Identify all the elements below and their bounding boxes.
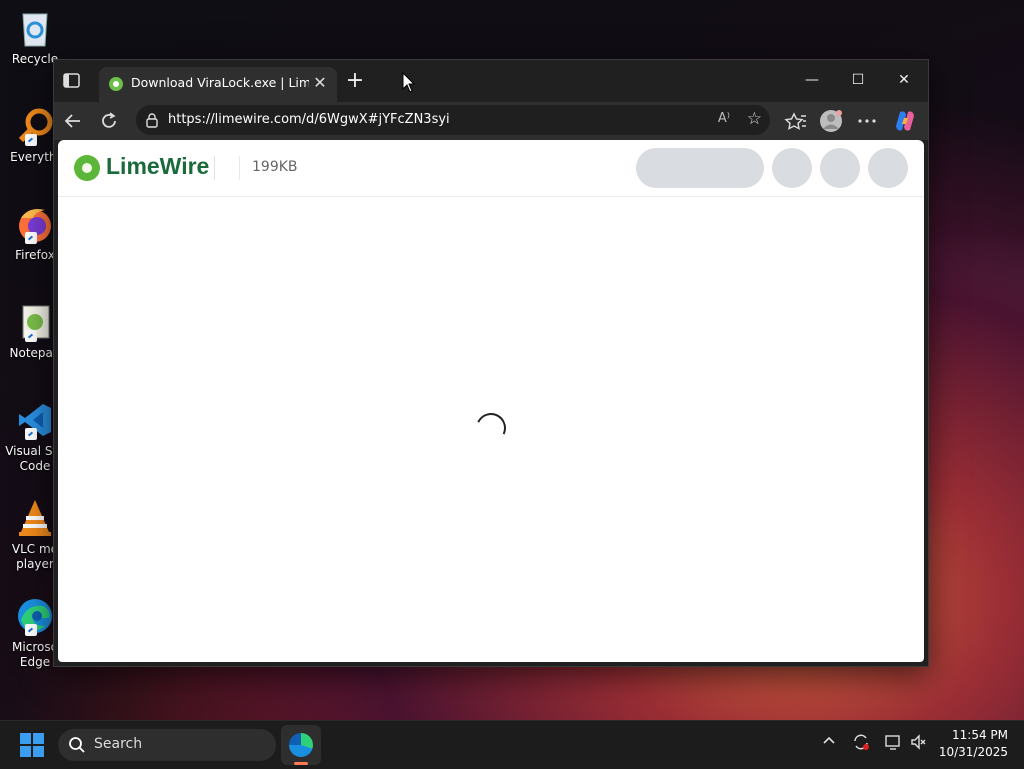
tab-bar: Download ViraLock.exe | LimeWire ✕ + — ☐… bbox=[54, 60, 928, 102]
show-hidden-icons-chevron-up-icon[interactable] bbox=[822, 733, 836, 751]
new-tab-button[interactable]: + bbox=[344, 70, 366, 92]
url-text[interactable]: https://limewire.com/d/6WgwX#jYFcZN3syi bbox=[168, 112, 668, 130]
windows-start-icon[interactable] bbox=[20, 733, 44, 757]
limewire-header: LimeWire 199KB bbox=[58, 140, 924, 197]
shortcut-arrow-icon bbox=[25, 232, 37, 244]
sync-icon[interactable] bbox=[852, 733, 870, 755]
mouse-cursor-icon bbox=[402, 72, 416, 93]
shortcut-arrow-icon bbox=[25, 428, 37, 440]
shortcut-arrow-icon bbox=[25, 134, 37, 146]
skeleton-button-placeholder bbox=[636, 148, 764, 188]
taskbar-edge-app[interactable] bbox=[281, 725, 321, 765]
web-page-content: LimeWire 199KB bbox=[58, 140, 924, 662]
active-app-indicator bbox=[294, 762, 308, 765]
address-bar[interactable]: https://limewire.com/d/6WgwX#jYFcZN3syi … bbox=[136, 105, 770, 135]
edge-icon bbox=[289, 733, 313, 757]
limewire-favicon-icon bbox=[109, 77, 123, 91]
skeleton-icon-placeholder bbox=[868, 148, 908, 188]
favorites-collection-icon[interactable] bbox=[783, 108, 809, 134]
read-aloud-icon[interactable]: A⁾ bbox=[718, 111, 730, 126]
edge-icon bbox=[15, 596, 55, 636]
clock-date: 10/31/2025 bbox=[938, 745, 1008, 759]
limewire-logo-icon[interactable] bbox=[74, 155, 100, 181]
volume-muted-icon[interactable] bbox=[910, 733, 928, 755]
tab-close-icon[interactable]: ✕ bbox=[311, 74, 329, 92]
network-display-icon[interactable] bbox=[884, 733, 902, 755]
firefox-icon bbox=[15, 204, 55, 244]
header-divider bbox=[214, 156, 215, 180]
loading-spinner-icon bbox=[471, 408, 511, 448]
search-placeholder: Search bbox=[94, 736, 143, 752]
back-arrow-icon[interactable] bbox=[60, 108, 86, 134]
more-options-icon[interactable] bbox=[854, 108, 880, 134]
copilot-icon[interactable] bbox=[892, 108, 918, 134]
recycle-bin-icon bbox=[15, 8, 55, 48]
lock-icon[interactable] bbox=[144, 112, 160, 128]
maximize-button[interactable]: ☐ bbox=[835, 66, 881, 94]
everything-search-icon bbox=[15, 106, 55, 146]
shortcut-arrow-icon bbox=[25, 624, 37, 636]
refresh-icon[interactable] bbox=[96, 108, 122, 134]
header-divider bbox=[239, 156, 240, 180]
system-clock[interactable]: 11:54 PM 10/31/2025 bbox=[939, 727, 1008, 761]
clock-time: 11:54 PM bbox=[952, 728, 1008, 742]
taskbar-search-box[interactable]: Search bbox=[58, 729, 276, 761]
browser-toolbar: https://limewire.com/d/6WgwX#jYFcZN3syi … bbox=[54, 102, 928, 140]
vscode-icon bbox=[15, 400, 55, 440]
tab-active[interactable]: Download ViraLock.exe | LimeWire ✕ bbox=[99, 67, 337, 102]
file-size: 199KB bbox=[252, 159, 298, 175]
search-icon bbox=[68, 736, 86, 758]
tab-title: Download ViraLock.exe | LimeWire bbox=[131, 75, 309, 90]
taskbar: Search 11:54 PM 10/31/2025 bbox=[0, 720, 1024, 769]
skeleton-icon-placeholder bbox=[820, 148, 860, 188]
favorite-star-icon[interactable]: ☆ bbox=[747, 109, 762, 129]
tab-actions-menu-icon[interactable] bbox=[62, 72, 82, 90]
browser-window: Download ViraLock.exe | LimeWire ✕ + — ☐… bbox=[53, 59, 929, 667]
close-window-button[interactable]: ✕ bbox=[881, 66, 927, 94]
limewire-logo-text[interactable]: LimeWire bbox=[106, 153, 209, 180]
shortcut-arrow-icon bbox=[25, 330, 37, 342]
skeleton-icon-placeholder bbox=[772, 148, 812, 188]
vlc-icon bbox=[15, 498, 55, 538]
minimize-button[interactable]: — bbox=[789, 66, 835, 94]
notepad-icon bbox=[15, 302, 55, 342]
profile-avatar-icon[interactable] bbox=[818, 108, 844, 134]
